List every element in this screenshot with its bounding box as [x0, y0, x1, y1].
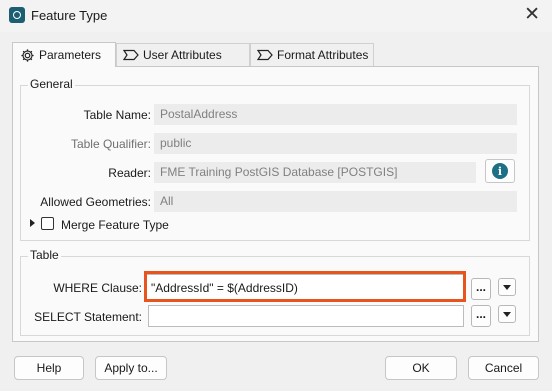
parameters-panel: General Table Name: PostalAddress Table … — [12, 66, 539, 342]
tab-format-attributes[interactable]: Format Attributes — [250, 43, 374, 66]
highlight-box — [144, 271, 466, 302]
tag-icon — [257, 47, 273, 63]
info-icon: i — [492, 163, 508, 179]
select-statement-editor-button[interactable]: ... — [471, 305, 491, 327]
window-title: Feature Type — [31, 8, 108, 23]
apply-to-button[interactable]: Apply to... — [95, 356, 167, 380]
title-bar: Feature Type ✕ — [0, 0, 552, 32]
app-icon — [9, 7, 25, 23]
where-clause-dropdown-button[interactable] — [498, 278, 516, 296]
expand-arrow-icon[interactable] — [30, 219, 35, 227]
tab-user-attributes[interactable]: User Attributes — [116, 43, 250, 66]
select-statement-dropdown-button[interactable] — [498, 305, 516, 323]
gear-icon — [19, 47, 35, 63]
merge-feature-type-label: Merge Feature Type — [61, 218, 169, 232]
select-statement-label: SELECT Statement: — [34, 310, 142, 324]
table-name-field: PostalAddress — [154, 104, 517, 125]
tag-icon — [123, 47, 139, 63]
tab-label: Parameters — [39, 48, 102, 62]
where-clause-editor-button[interactable]: ... — [471, 278, 491, 300]
cancel-button[interactable]: Cancel — [468, 356, 539, 380]
allowed-geometries-field: All — [154, 191, 517, 212]
table-name-label: Table Name: — [83, 108, 151, 122]
tab-parameters[interactable]: Parameters — [12, 42, 116, 67]
help-button[interactable]: Help — [14, 356, 84, 380]
reader-field: FME Training PostGIS Database [POSTGIS] — [154, 162, 476, 183]
general-group: General Table Name: PostalAddress Table … — [20, 77, 530, 241]
close-icon[interactable]: ✕ — [524, 4, 540, 26]
tab-label: User Attributes — [143, 48, 222, 62]
table-qualifier-field: public — [154, 133, 517, 154]
select-statement-input[interactable] — [148, 305, 464, 327]
tab-label: Format Attributes — [277, 48, 369, 62]
table-group: Table WHERE Clause: "AddressId" = $(Addr… — [20, 248, 530, 336]
where-clause-label: WHERE Clause: — [53, 281, 142, 295]
general-group-title: General — [28, 77, 75, 91]
reader-label: Reader: — [108, 166, 151, 180]
ok-button[interactable]: OK — [385, 356, 457, 380]
reader-info-button[interactable]: i — [485, 159, 515, 183]
table-qualifier-label: Table Qualifier: — [70, 137, 151, 151]
allowed-geometries-label: Allowed Geometries: — [40, 195, 151, 209]
merge-feature-type-checkbox[interactable] — [41, 217, 54, 230]
table-group-title: Table — [28, 248, 61, 262]
